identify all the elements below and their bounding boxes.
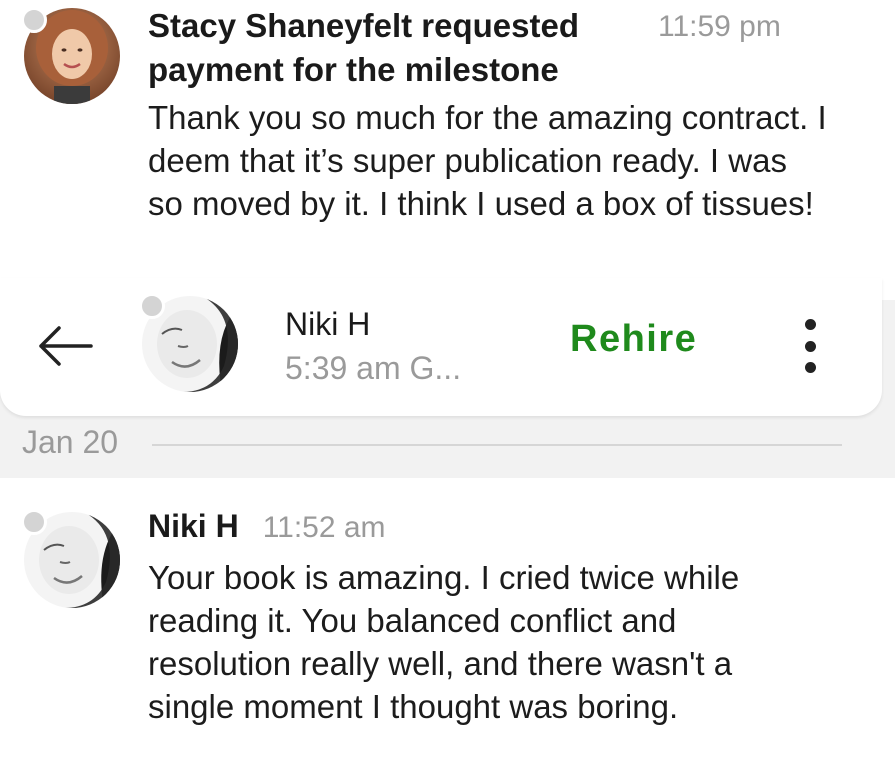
conversation-header: Niki H 5:39 am G... Rehire bbox=[0, 278, 882, 416]
message-time: 11:59 pm bbox=[658, 10, 781, 43]
more-vertical-icon-dot bbox=[804, 319, 816, 330]
rehire-button[interactable]: Rehire bbox=[560, 318, 707, 361]
divider-line bbox=[152, 444, 842, 446]
message-body: Thank you so much for the amazing contra… bbox=[148, 99, 827, 222]
message-niki: Niki H 11:52 am Your book is amazing. I … bbox=[0, 478, 895, 781]
message-stacy: Stacy Shaneyfelt requested payment for t… bbox=[0, 0, 895, 300]
more-options-button[interactable] bbox=[790, 316, 830, 376]
contact-name: Niki H bbox=[285, 306, 371, 342]
message-time: 11:52 am bbox=[262, 511, 386, 544]
back-button[interactable] bbox=[30, 316, 100, 376]
presence-dot-stacy bbox=[21, 7, 47, 33]
date-label: Jan 20 bbox=[22, 424, 119, 460]
sender-row: Niki H 11:52 am bbox=[148, 508, 386, 545]
presence-dot-niki bbox=[21, 509, 47, 535]
presence-dot-niki-header bbox=[139, 293, 165, 319]
sender-name: Niki H bbox=[148, 508, 239, 544]
more-vertical-icon-dot bbox=[804, 362, 816, 373]
date-divider: Jan 20 bbox=[0, 416, 895, 476]
message-title: Stacy Shaneyfelt requested payment for t… bbox=[148, 7, 579, 88]
message-body: Your book is amazing. I cried twice whil… bbox=[148, 559, 740, 725]
more-vertical-icon-dot bbox=[804, 340, 816, 352]
contact-status: 5:39 am G... bbox=[285, 350, 462, 386]
arrow-left-icon bbox=[39, 326, 93, 366]
